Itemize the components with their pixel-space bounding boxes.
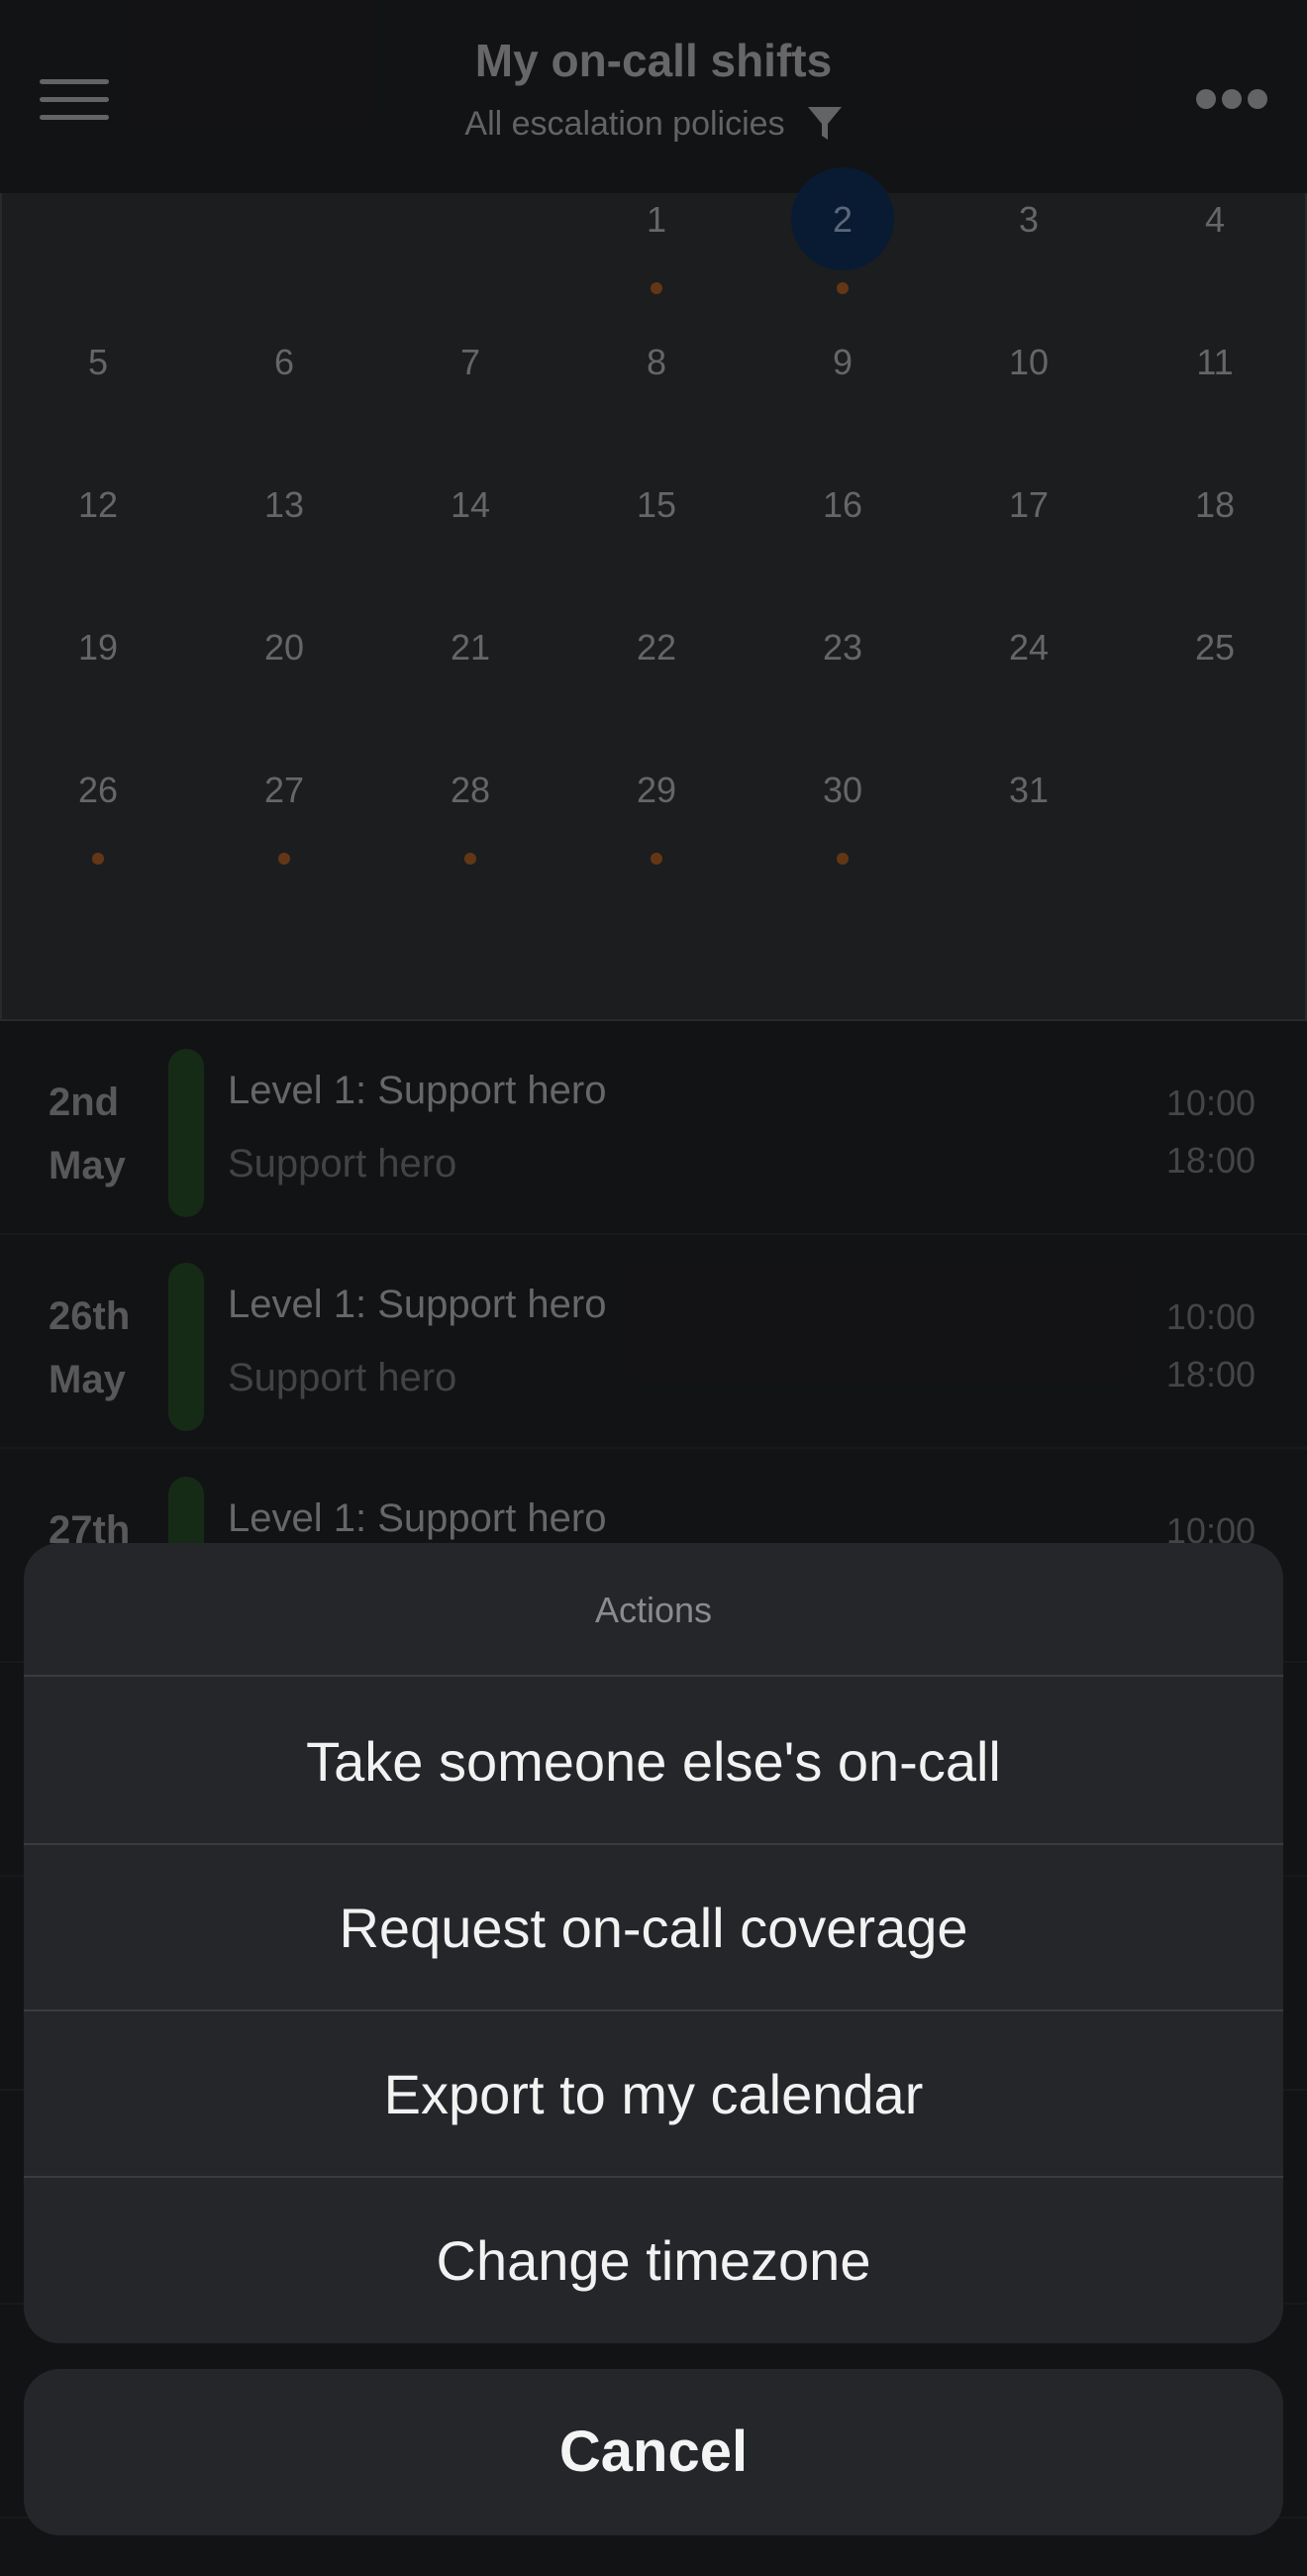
action-sheet: Actions Take someone else's on-call Requ…: [24, 1543, 1283, 2343]
take-on-call-button[interactable]: Take someone else's on-call: [24, 1679, 1283, 1845]
request-coverage-button[interactable]: Request on-call coverage: [24, 1845, 1283, 2011]
cancel-button[interactable]: Cancel: [24, 2369, 1283, 2535]
change-timezone-button[interactable]: Change timezone: [24, 2178, 1283, 2343]
action-sheet-title: Actions: [24, 1543, 1283, 1677]
export-calendar-button[interactable]: Export to my calendar: [24, 2011, 1283, 2178]
